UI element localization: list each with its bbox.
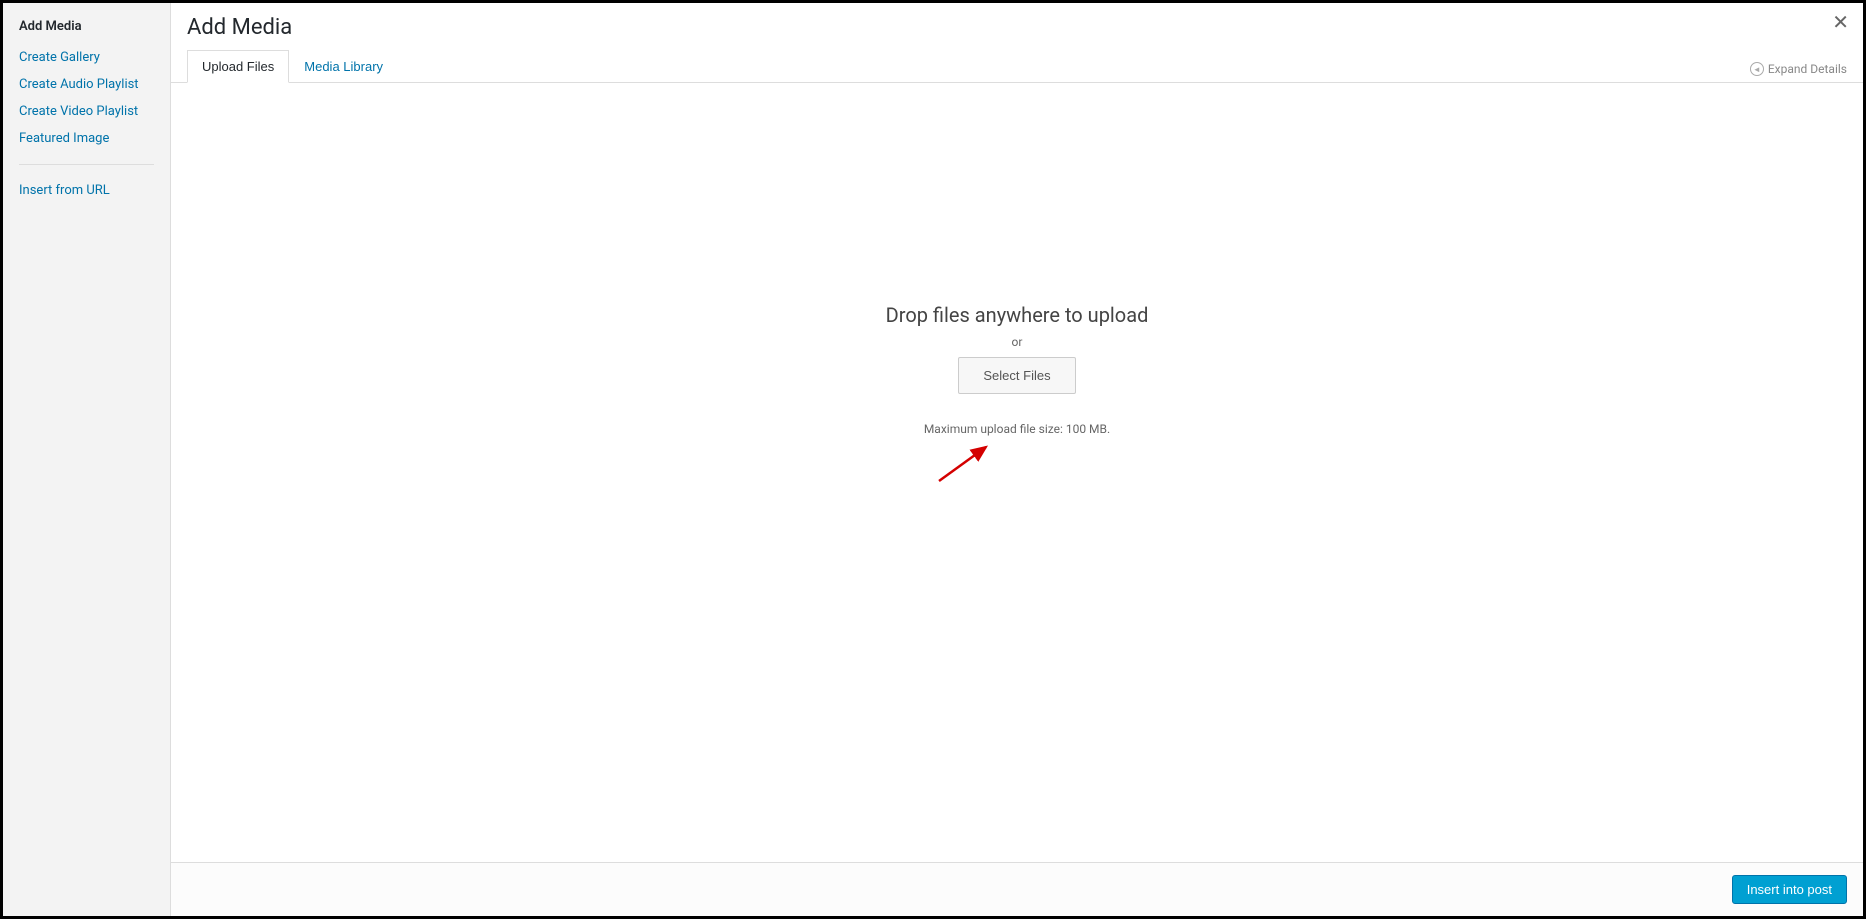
- sidebar-item-create-audio-playlist[interactable]: Create Audio Playlist: [19, 71, 154, 98]
- sidebar: Add Media Create Gallery Create Audio Pl…: [3, 3, 171, 916]
- tabs: Upload Files Media Library: [187, 50, 398, 82]
- tab-upload-files[interactable]: Upload Files: [187, 50, 289, 83]
- insert-into-post-button[interactable]: Insert into post: [1732, 875, 1847, 904]
- upload-area[interactable]: Drop files anywhere to upload or Select …: [171, 83, 1863, 862]
- sidebar-item-featured-image[interactable]: Featured Image: [19, 125, 154, 152]
- main-panel: Add Media ✕ Upload Files Media Library ◄…: [171, 3, 1863, 916]
- select-files-button[interactable]: Select Files: [958, 357, 1075, 394]
- tabs-row: Upload Files Media Library ◄ Expand Deta…: [171, 50, 1863, 83]
- sidebar-item-create-gallery[interactable]: Create Gallery: [19, 44, 154, 71]
- sidebar-item-create-video-playlist[interactable]: Create Video Playlist: [19, 98, 154, 125]
- sidebar-item-insert-from-url[interactable]: Insert from URL: [19, 177, 154, 204]
- expand-details-label: Expand Details: [1768, 62, 1847, 76]
- annotation-arrow-icon: [931, 439, 1001, 489]
- expand-left-icon: ◄: [1750, 62, 1764, 76]
- close-icon: ✕: [1832, 12, 1849, 34]
- expand-details-toggle[interactable]: ◄ Expand Details: [1750, 62, 1847, 82]
- add-media-modal: Add Media Create Gallery Create Audio Pl…: [0, 0, 1866, 919]
- sidebar-title: Add Media: [19, 19, 154, 34]
- max-upload-text: Maximum upload file size: 100 MB.: [924, 422, 1110, 436]
- or-text: or: [1012, 335, 1023, 349]
- main-header: Add Media ✕: [171, 3, 1863, 50]
- tab-media-library[interactable]: Media Library: [289, 50, 398, 83]
- sidebar-separator: [19, 164, 154, 165]
- modal-footer: Insert into post: [171, 862, 1863, 916]
- drop-text: Drop files anywhere to upload: [886, 303, 1149, 327]
- close-button[interactable]: ✕: [1832, 13, 1849, 33]
- page-title: Add Media: [187, 15, 1847, 40]
